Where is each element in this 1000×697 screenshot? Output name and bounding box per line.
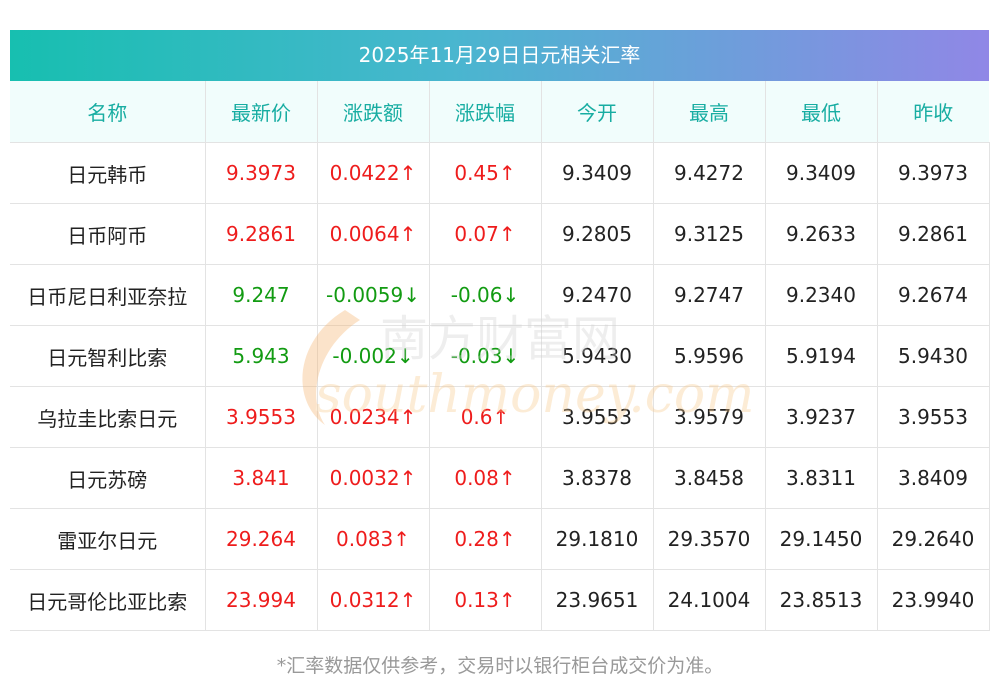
table-row: 日币尼日利亚奈拉 9.247 -0.0059↓ -0.06↓ 9.2470 9.2747 9… (10, 264, 990, 326)
cell-change: -0.0059↓ (317, 264, 430, 326)
cell-latest: 3.841 (205, 447, 318, 509)
footnote: *汇率数据仅供参考，交易时以银行柜台成交价为准。 (276, 655, 724, 677)
cell-high: 3.9579 (653, 386, 766, 448)
cell-change-pct: -0.06↓ (429, 264, 542, 326)
page-title: 2025年11月29日日元相关汇率 (10, 30, 989, 81)
cell-low: 9.2633 (765, 203, 878, 265)
cell-open: 3.9553 (541, 386, 654, 448)
cell-high: 3.8458 (653, 447, 766, 509)
table-header-row: 名称 最新价 涨跌额 涨跌幅 今开 最高 最低 昨收 (10, 81, 989, 143)
cell-change: 0.0032↑ (317, 447, 430, 509)
cell-prev-close: 9.3973 (877, 142, 990, 204)
cell-change: 0.0422↑ (317, 142, 430, 204)
cell-prev-close: 9.2861 (877, 203, 990, 265)
cell-change-pct: 0.08↑ (429, 447, 542, 509)
cell-open: 23.9651 (541, 569, 654, 631)
cell-prev-close: 3.8409 (877, 447, 990, 509)
cell-low: 23.8513 (765, 569, 878, 631)
cell-name: 日币阿币 (10, 203, 206, 265)
header-change-pct: 涨跌幅 (429, 81, 542, 143)
cell-prev-close: 9.2674 (877, 264, 990, 326)
header-high: 最高 (653, 81, 766, 143)
cell-change-pct: 0.13↑ (429, 569, 542, 631)
cell-prev-close: 29.2640 (877, 508, 990, 570)
cell-open: 3.8378 (541, 447, 654, 509)
cell-open: 5.9430 (541, 325, 654, 387)
table-row: 雷亚尔日元 29.264 0.083↑ 0.28↑ 29.1810 29.3570 29.1… (10, 508, 990, 570)
cell-change-pct: -0.03↓ (429, 325, 542, 387)
cell-low: 5.9194 (765, 325, 878, 387)
cell-change: 0.0234↑ (317, 386, 430, 448)
header-change: 涨跌额 (317, 81, 430, 143)
cell-high: 29.3570 (653, 508, 766, 570)
cell-prev-close: 5.9430 (877, 325, 990, 387)
table-row: 日元智利比索 5.943 -0.002↓ -0.03↓ 5.9430 5.9596 5.91… (10, 325, 990, 387)
cell-prev-close: 23.9940 (877, 569, 990, 631)
header-name: 名称 (10, 81, 206, 143)
header-open: 今开 (541, 81, 654, 143)
cell-name: 日元哥伦比亚比索 (10, 569, 206, 631)
cell-change: -0.002↓ (317, 325, 430, 387)
cell-latest: 9.247 (205, 264, 318, 326)
cell-low: 9.2340 (765, 264, 878, 326)
cell-high: 9.2747 (653, 264, 766, 326)
cell-high: 9.3125 (653, 203, 766, 265)
cell-name: 乌拉圭比索日元 (10, 386, 206, 448)
cell-change-pct: 0.45↑ (429, 142, 542, 204)
header-prev-close: 昨收 (877, 81, 989, 143)
cell-low: 29.1450 (765, 508, 878, 570)
cell-change-pct: 0.6↑ (429, 386, 542, 448)
cell-change: 0.083↑ (317, 508, 430, 570)
cell-high: 9.4272 (653, 142, 766, 204)
cell-change: 0.0312↑ (317, 569, 430, 631)
cell-name: 雷亚尔日元 (10, 508, 206, 570)
cell-low: 3.8311 (765, 447, 878, 509)
cell-high: 24.1004 (653, 569, 766, 631)
cell-name: 日币尼日利亚奈拉 (10, 264, 206, 326)
cell-latest: 9.3973 (205, 142, 318, 204)
cell-prev-close: 3.9553 (877, 386, 990, 448)
cell-open: 9.2470 (541, 264, 654, 326)
cell-low: 9.3409 (765, 142, 878, 204)
cell-high: 5.9596 (653, 325, 766, 387)
cell-open: 9.2805 (541, 203, 654, 265)
header-latest: 最新价 (205, 81, 318, 143)
cell-low: 3.9237 (765, 386, 878, 448)
cell-name: 日元韩币 (10, 142, 206, 204)
cell-latest: 23.994 (205, 569, 318, 631)
table-row: 乌拉圭比索日元 3.9553 0.0234↑ 0.6↑ 3.9553 3.9579 3.92… (10, 386, 990, 448)
cell-change-pct: 0.28↑ (429, 508, 542, 570)
table-row: 日元韩币 9.3973 0.0422↑ 0.45↑ 9.3409 9.4272 9.3409… (10, 142, 990, 204)
cell-change: 0.0064↑ (317, 203, 430, 265)
cell-open: 29.1810 (541, 508, 654, 570)
rates-table: 名称 最新价 涨跌额 涨跌幅 今开 最高 最低 昨收 日元韩币 9.3973 0.0… (10, 81, 990, 631)
cell-latest: 5.943 (205, 325, 318, 387)
table-row: 日元苏磅 3.841 0.0032↑ 0.08↑ 3.8378 3.8458 3.8311 3… (10, 447, 990, 509)
table-row: 日币阿币 9.2861 0.0064↑ 0.07↑ 9.2805 9.3125 9.2633… (10, 203, 990, 265)
cell-change-pct: 0.07↑ (429, 203, 542, 265)
cell-latest: 3.9553 (205, 386, 318, 448)
cell-name: 日元智利比索 (10, 325, 206, 387)
rates-panel: 2025年11月29日日元相关汇率 名称 最新价 涨跌额 涨跌幅 今开 最高 最… (10, 30, 990, 631)
table-row: 日元哥伦比亚比索 23.994 0.0312↑ 0.13↑ 23.9651 24.1004… (10, 569, 990, 631)
header-low: 最低 (765, 81, 878, 143)
cell-open: 9.3409 (541, 142, 654, 204)
cell-name: 日元苏磅 (10, 447, 206, 509)
cell-latest: 9.2861 (205, 203, 318, 265)
cell-latest: 29.264 (205, 508, 318, 570)
